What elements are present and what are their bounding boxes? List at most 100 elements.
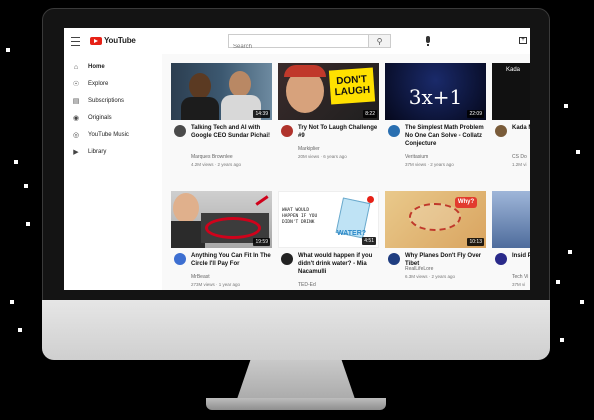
- search-input[interactable]: [229, 41, 365, 53]
- music-icon: ◎: [72, 132, 80, 139]
- person-face: [173, 193, 199, 223]
- video-card[interactable]: 3x+1 22:09 The Simplest Math Problem No …: [385, 63, 486, 173]
- sidebar-item-explore[interactable]: ☉ Explore: [64, 77, 162, 91]
- video-title[interactable]: Talking Tech and AI with Google CEO Sund…: [191, 124, 271, 140]
- subscriptions-icon: ▤: [72, 98, 80, 105]
- channel-avatar[interactable]: [388, 253, 400, 265]
- duration-badge: 4:51: [362, 237, 376, 245]
- video-card[interactable]: Why? 10:13 Why Planes Don't Fly Over Tib…: [385, 191, 486, 290]
- star: [6, 48, 10, 52]
- sticker-badge: DON'T LAUGH: [328, 67, 376, 105]
- channel-name[interactable]: Tech Vi: [512, 274, 528, 280]
- red-arrow: [255, 195, 269, 206]
- video-meta: 6.3M views · 2 years ago: [405, 274, 456, 279]
- sidebar-item-label: Home: [88, 64, 105, 70]
- originals-icon: ◉: [72, 115, 80, 122]
- channel-name[interactable]: CS Do: [512, 154, 527, 160]
- video-title[interactable]: Kada Maxi Prob: [512, 124, 530, 132]
- monitor-stand-neck: [236, 360, 356, 402]
- brand-name[interactable]: YouTube: [104, 36, 136, 45]
- microphone-icon[interactable]: [426, 36, 430, 46]
- thumbnail-text: DIDN'T DRINK: [282, 220, 315, 225]
- video-thumbnail[interactable]: [492, 191, 530, 248]
- video-meta: 1.2M vi: [512, 162, 527, 167]
- star: [26, 222, 30, 226]
- video-title[interactable]: The Simplest Math Problem No One Can Sol…: [405, 124, 485, 148]
- sidebar-item-originals[interactable]: ◉ Originals: [64, 111, 162, 125]
- top-bar: YouTube ⚲ +: [64, 28, 530, 54]
- video-card[interactable]: WHAT WOULD HAPPEN IF YOU DIDN'T DRINK WA…: [278, 191, 379, 290]
- duration-badge: 14:39: [253, 110, 270, 118]
- video-meta: 20M views · 6 years ago: [298, 154, 347, 159]
- video-title[interactable]: What would happen if you didn't drink wa…: [298, 252, 378, 276]
- search-box: [228, 34, 369, 53]
- sidebar-item-home[interactable]: ⌂ Home: [64, 60, 162, 74]
- channel-name[interactable]: TED-Ed: [298, 282, 316, 288]
- home-icon: ⌂: [73, 63, 79, 71]
- video-thumbnail[interactable]: 14:39: [171, 63, 272, 120]
- video-thumbnail[interactable]: WHAT WOULD HAPPEN IF YOU DIDN'T DRINK WA…: [278, 191, 379, 248]
- channel-avatar[interactable]: [388, 125, 400, 137]
- thumbnail-text: WATER?: [337, 230, 367, 237]
- video-thumbnail[interactable]: 3x+1 22:09: [385, 63, 486, 120]
- youtube-logo-icon[interactable]: [90, 37, 102, 45]
- video-thumbnail[interactable]: Kada: [492, 63, 530, 120]
- thumbnail-caption: WHAT WOULD HAPPEN IF YOU DIDN'T DRINK: [282, 208, 340, 226]
- red-circle: [205, 217, 261, 239]
- create-video-icon[interactable]: +: [519, 37, 527, 44]
- video-thumbnail[interactable]: DON'T LAUGH 8:22: [278, 63, 379, 120]
- channel-avatar[interactable]: [281, 253, 293, 265]
- speech-bubble: Why?: [455, 197, 477, 208]
- video-title[interactable]: Try Not To Laugh Challenge #9: [298, 124, 378, 140]
- sidebar-item-label: Explore: [88, 81, 109, 87]
- video-meta: 37M vi: [512, 282, 526, 287]
- video-thumbnail[interactable]: 19:59: [171, 191, 272, 248]
- channel-avatar[interactable]: [281, 125, 293, 137]
- duration-badge: 22:09: [467, 110, 484, 118]
- sidebar-item-label: Originals: [88, 115, 112, 121]
- sidebar-item-library[interactable]: ▶ Library: [64, 145, 162, 159]
- channel-name[interactable]: Markiplier: [298, 146, 320, 152]
- star: [24, 184, 28, 188]
- search-icon: ⚲: [376, 37, 383, 46]
- star: [576, 150, 580, 154]
- channel-avatar[interactable]: [495, 125, 507, 137]
- sidebar-item-subscriptions[interactable]: ▤ Subscriptions: [64, 94, 162, 108]
- star: [18, 328, 22, 332]
- channel-avatar[interactable]: [174, 125, 186, 137]
- channel-name[interactable]: Marques Brownlee: [191, 154, 233, 160]
- thumbnail-text: Kada: [506, 67, 521, 73]
- monitor-screen: YouTube ⚲ + ⌂ Home ☉ Explore ▤ Subscript…: [64, 28, 530, 290]
- person-body: [181, 97, 219, 120]
- video-thumbnail[interactable]: Why? 10:13: [385, 191, 486, 248]
- search-button[interactable]: ⚲: [369, 34, 391, 48]
- channel-avatar[interactable]: [174, 253, 186, 265]
- channel-name[interactable]: RealLifeLore: [405, 266, 433, 272]
- video-card[interactable]: DON'T LAUGH 8:22 Try Not To Laugh Challe…: [278, 63, 379, 173]
- video-meta: 37M views · 2 years ago: [405, 162, 454, 167]
- video-title[interactable]: Anything You Can Fit In The Circle I'll …: [191, 252, 271, 268]
- star: [556, 280, 560, 284]
- channel-name[interactable]: Veritasium: [405, 154, 428, 160]
- sidebar-item-label: Subscriptions: [88, 98, 125, 104]
- person-head: [229, 71, 251, 97]
- video-card[interactable]: Kada Kada Maxi Prob CS Do 1.2M vi: [492, 63, 530, 173]
- star: [580, 300, 584, 304]
- channel-avatar[interactable]: [495, 253, 507, 265]
- channel-name[interactable]: MrBeast: [191, 274, 210, 280]
- video-title[interactable]: Insid Pass: [512, 252, 530, 260]
- video-card[interactable]: 19:59 Anything You Can Fit In The Circle…: [171, 191, 272, 290]
- thumbnail-text: LAUGH: [334, 84, 371, 99]
- duration-badge: 8:22: [363, 110, 377, 118]
- hamburger-menu-icon[interactable]: [71, 37, 80, 46]
- thumbnail-text: 3x+1: [408, 85, 463, 109]
- star: [10, 300, 14, 304]
- ted-ed-logo-icon: [367, 196, 374, 203]
- video-card[interactable]: Insid Pass Tech Vi 37M vi: [492, 191, 530, 290]
- duration-badge: 10:13: [467, 238, 484, 246]
- sidebar-item-youtube-music[interactable]: ◎ YouTube Music: [64, 128, 162, 142]
- sidebar-item-label: Library: [88, 149, 107, 155]
- video-card[interactable]: 14:39 Talking Tech and AI with Google CE…: [171, 63, 272, 173]
- region-outline: [409, 203, 461, 231]
- video-meta: 273M views · 1 year ago: [191, 282, 241, 287]
